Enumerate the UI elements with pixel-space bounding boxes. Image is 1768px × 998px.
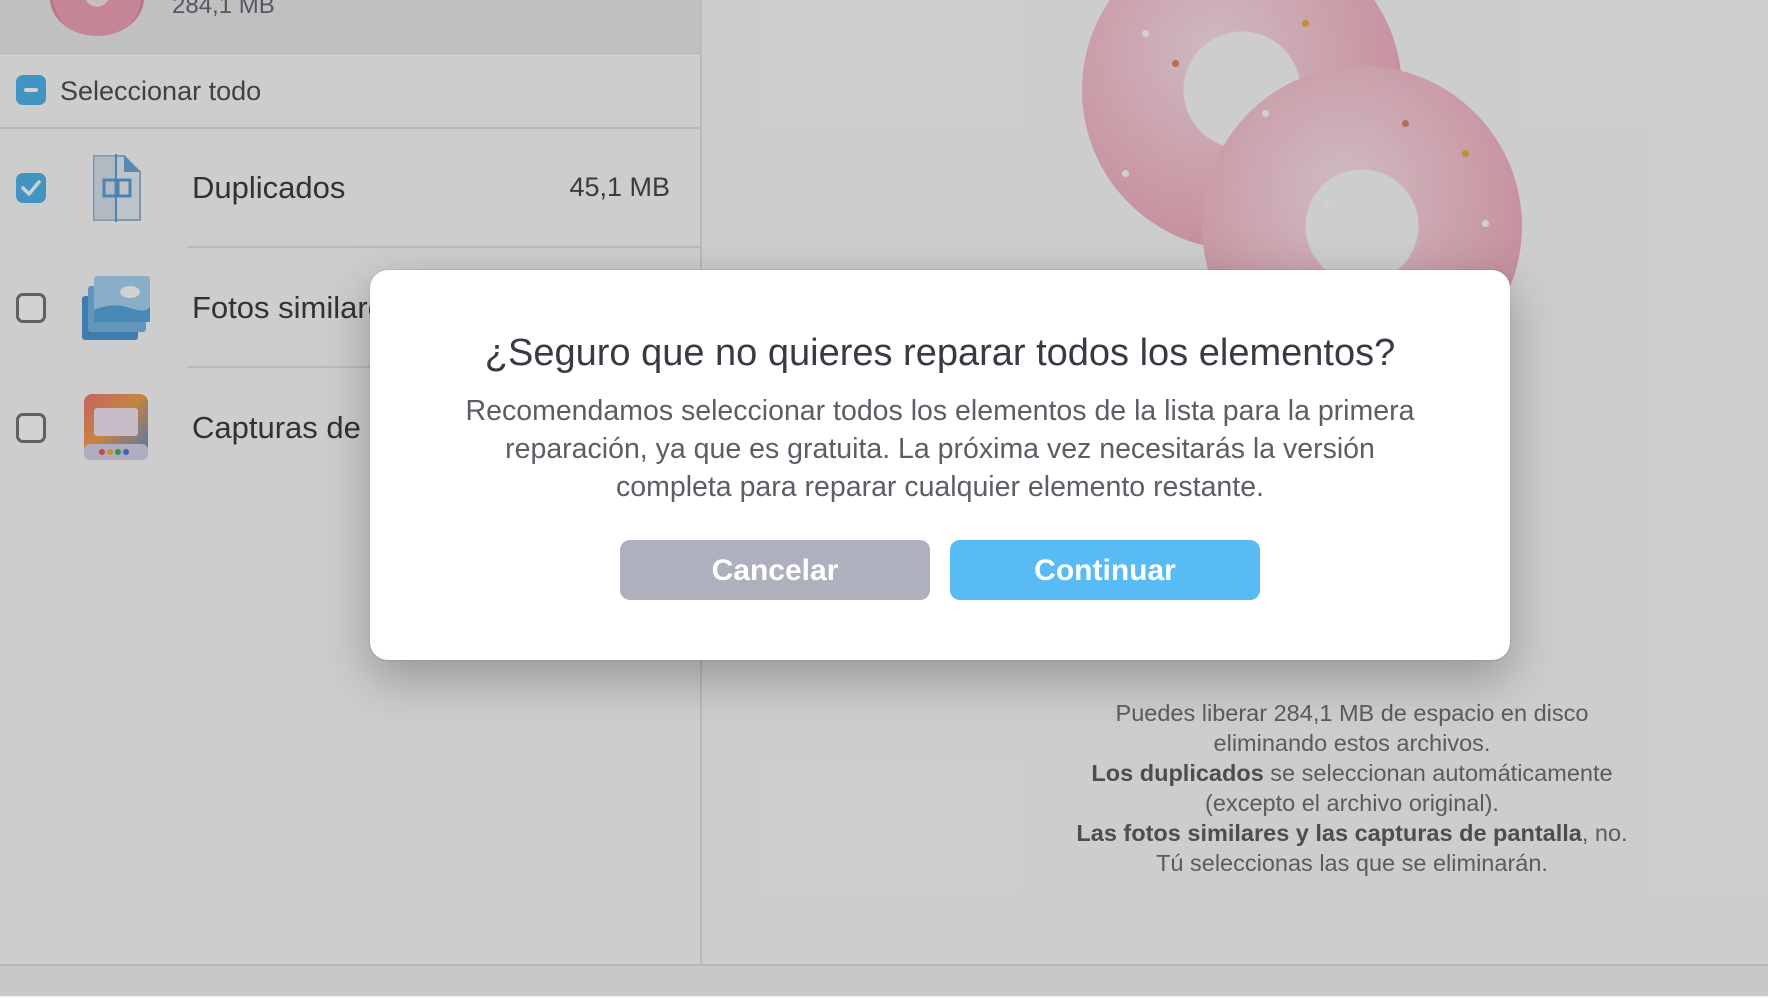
cancel-button[interactable]: Cancelar [620,540,930,600]
continue-button[interactable]: Continuar [950,540,1260,600]
confirm-dialog: ¿Seguro que no quieres reparar todos los… [370,270,1510,660]
dialog-message: Recomendamos seleccionar todos los eleme… [465,395,1415,503]
dialog-title: ¿Seguro que no quieres reparar todos los… [484,332,1396,374]
app-window: 284,1 MB Seleccionar todo Duplicados 45,… [0,0,1768,998]
